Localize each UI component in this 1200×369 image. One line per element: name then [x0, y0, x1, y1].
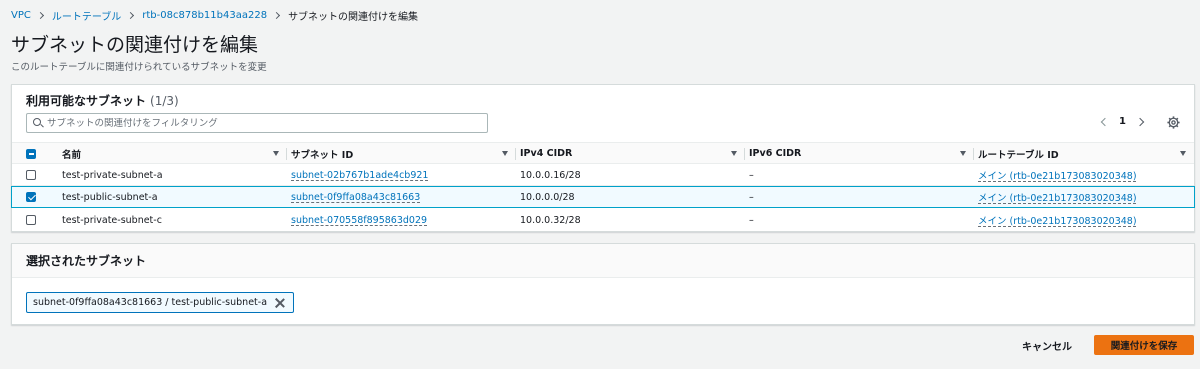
gear-icon[interactable] [1167, 116, 1180, 129]
chevron-right-icon [127, 11, 135, 20]
ipv6-cidr: – [749, 191, 754, 203]
sort-caret-icon[interactable] [1180, 151, 1186, 156]
selected-subnet-token: subnet-0f9ffa08a43c81663 / test-public-s… [26, 292, 295, 313]
breadcrumb-current: サブネットの関連付けを編集 [288, 12, 419, 23]
chevron-right-icon [36, 11, 44, 20]
select-all-cell [26, 143, 38, 164]
column-divider [515, 148, 516, 160]
column-header-label: IPv6 CIDR [749, 148, 802, 159]
table-row[interactable]: test-private-subnet-a subnet-02b767b1ade… [12, 164, 1194, 186]
available-subnets-header: 利用可能なサブネット (1/3) [26, 92, 179, 109]
column-header-ipv6[interactable]: IPv6 CIDR [749, 143, 974, 164]
column-header-route-table-id[interactable]: ルートテーブル ID [978, 143, 1194, 164]
close-icon[interactable] [275, 298, 285, 308]
row-checkbox[interactable] [26, 215, 36, 225]
route-table-link[interactable]: メイン (rtb-0e21b173083020348) [978, 190, 1137, 204]
table-header: 名前 サブネット ID IPv4 CIDR IPv6 CIDR ルートテーブル … [12, 142, 1194, 164]
current-page-number[interactable]: 1 [1119, 116, 1126, 127]
column-divider [973, 148, 974, 160]
row-select-cell [26, 209, 36, 231]
search-icon [33, 118, 43, 128]
column-divider [286, 148, 287, 160]
table-row[interactable]: test-private-subnet-c subnet-070558f8958… [12, 209, 1194, 231]
chevron-right-icon [273, 11, 281, 20]
column-header-label: サブネット ID [291, 149, 354, 161]
cancel-button[interactable]: キャンセル [1012, 335, 1082, 355]
page-description: このルートテーブルに関連付けられているサブネットを変更 [11, 62, 267, 73]
previous-page-icon[interactable] [1100, 117, 1110, 126]
row-select-cell [26, 186, 36, 208]
filter-field[interactable] [26, 113, 488, 133]
page-title: サブネットの関連付けを編集 [11, 34, 259, 56]
subnet-id-link[interactable]: subnet-02b767b1ade4cb921 [291, 170, 428, 181]
route-table-link[interactable]: メイン (rtb-0e21b173083020348) [978, 168, 1137, 182]
breadcrumb-route-tables[interactable]: ルートテーブル [52, 8, 121, 23]
ipv6-cidr: – [749, 214, 754, 226]
sort-caret-icon[interactable] [960, 151, 966, 156]
sort-caret-icon[interactable] [731, 151, 737, 156]
save-associations-button[interactable]: 関連付けを保存 [1094, 335, 1194, 355]
breadcrumb-vpc[interactable]: VPC [11, 10, 31, 21]
sort-caret-icon[interactable] [502, 151, 508, 156]
subnet-name: test-public-subnet-a [62, 191, 158, 203]
selection-count: (1/3) [150, 94, 179, 108]
row-select-cell [26, 164, 36, 186]
next-page-icon[interactable] [1135, 117, 1145, 126]
pagination: 1 [1100, 116, 1145, 127]
breadcrumb: VPC ルートテーブル rtb-08c878b11b43aa228 サブネットの… [11, 8, 418, 23]
filter-input[interactable] [47, 117, 477, 129]
column-header-label: ルートテーブル ID [978, 149, 1059, 161]
column-header-ipv4[interactable]: IPv4 CIDR [520, 143, 745, 164]
subnet-name: test-private-subnet-c [62, 214, 162, 226]
column-header-name[interactable]: 名前 [62, 143, 287, 164]
column-header-subnet-id[interactable]: サブネット ID [291, 143, 516, 164]
subnet-id-link[interactable]: subnet-070558f895863d029 [291, 215, 427, 226]
ipv6-cidr: – [749, 169, 754, 181]
token-label: subnet-0f9ffa08a43c81663 / test-public-s… [33, 297, 268, 308]
select-all-checkbox[interactable] [26, 148, 36, 159]
ipv4-cidr: 10.0.0.32/28 [520, 214, 581, 226]
column-header-label: 名前 [62, 149, 82, 161]
selected-subnets-title: 選択されたサブネット [26, 254, 147, 268]
ipv4-cidr: 10.0.0.0/28 [520, 191, 575, 203]
available-subnets-panel: 利用可能なサブネット(1/3) 1 名前 [11, 84, 1195, 232]
column-divider [744, 148, 745, 160]
subnet-id-link[interactable]: subnet-0f9ffa08a43c81663 [291, 192, 420, 203]
row-checkbox[interactable] [26, 192, 36, 202]
column-header-label: IPv4 CIDR [520, 148, 573, 159]
table-row[interactable]: test-public-subnet-a subnet-0f9ffa08a43c… [11, 186, 1195, 208]
ipv4-cidr: 10.0.0.16/28 [520, 169, 581, 181]
breadcrumb-route-table-id[interactable]: rtb-08c878b11b43aa228 [142, 10, 267, 21]
row-checkbox[interactable] [26, 170, 36, 180]
sort-caret-icon[interactable] [273, 151, 279, 156]
available-subnets-title: 利用可能なサブネット [26, 94, 147, 108]
route-table-link[interactable]: メイン (rtb-0e21b173083020348) [978, 213, 1137, 227]
selected-subnets-header: 選択されたサブネット [12, 244, 1194, 278]
subnet-name: test-private-subnet-a [62, 169, 163, 181]
selected-subnets-panel: 選択されたサブネット subnet-0f9ffa08a43c81663 / te… [11, 243, 1195, 325]
